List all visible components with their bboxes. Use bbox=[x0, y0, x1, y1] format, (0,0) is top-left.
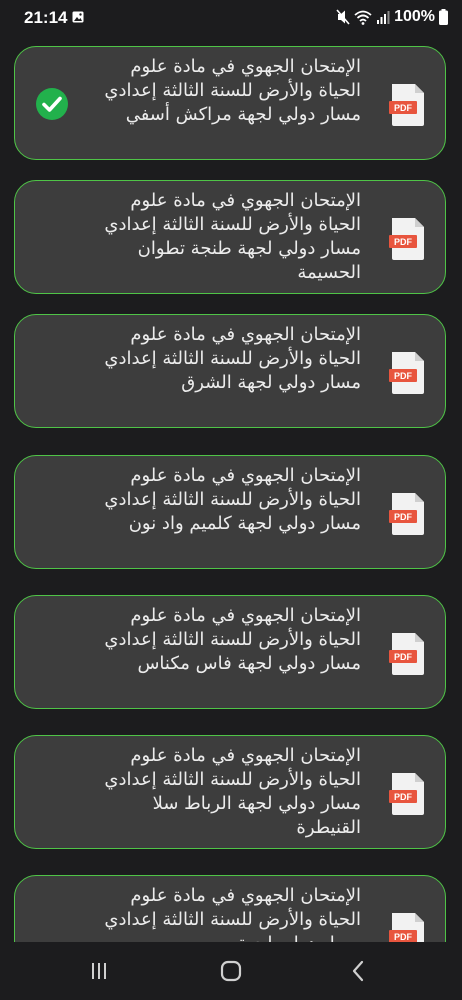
pdf-icon: PDF bbox=[389, 773, 424, 815]
file-title: الإمتحان الجهوي في مادة علوم الحياة والأ… bbox=[104, 324, 361, 393]
file-card[interactable]: الإمتحان الجهوي في مادة علوم الحياة والأ… bbox=[14, 875, 446, 942]
battery-icon bbox=[439, 9, 448, 25]
signal-icon bbox=[377, 11, 390, 24]
gallery-notification-icon bbox=[72, 11, 84, 23]
mute-icon bbox=[336, 9, 350, 25]
pdf-icon: PDF bbox=[389, 84, 424, 126]
home-icon[interactable] bbox=[218, 958, 244, 984]
file-title: الإمتحان الجهوي في مادة علوم الحياة والأ… bbox=[104, 56, 361, 125]
pdf-label: PDF bbox=[394, 512, 413, 522]
pdf-label: PDF bbox=[394, 371, 413, 381]
file-card[interactable]: الإمتحان الجهوي في مادة علوم الحياة والأ… bbox=[14, 314, 446, 428]
file-title: الإمتحان الجهوي في مادة علوم الحياة والأ… bbox=[104, 885, 361, 942]
status-time: 21:14 bbox=[24, 8, 68, 27]
pdf-icon: PDF bbox=[389, 493, 424, 535]
file-title: الإمتحان الجهوي في مادة علوم الحياة والأ… bbox=[104, 605, 361, 674]
pdf-icon: PDF bbox=[389, 218, 424, 260]
battery-percent: 100% bbox=[394, 8, 435, 25]
file-card[interactable]: الإمتحان الجهوي في مادة علوم الحياة والأ… bbox=[14, 46, 446, 160]
back-icon[interactable] bbox=[346, 958, 372, 984]
file-card[interactable]: الإمتحان الجهوي في مادة علوم الحياة والأ… bbox=[14, 455, 446, 569]
pdf-label: PDF bbox=[394, 652, 413, 662]
file-title: الإمتحان الجهوي في مادة علوم الحياة والأ… bbox=[104, 745, 361, 838]
pdf-label: PDF bbox=[394, 237, 413, 247]
status-bar: 21:14 100% bbox=[0, 0, 462, 36]
file-card[interactable]: الإمتحان الجهوي في مادة علوم الحياة والأ… bbox=[14, 180, 446, 294]
app-screen: 21:14 100% الإمتحان الجهوي في مادة علوم … bbox=[0, 0, 462, 1000]
file-list: الإمتحان الجهوي في مادة علوم الحياة والأ… bbox=[0, 46, 462, 942]
pdf-label: PDF bbox=[394, 792, 413, 802]
pdf-label: PDF bbox=[394, 932, 413, 942]
pdf-label: PDF bbox=[394, 103, 413, 113]
downloaded-check-icon bbox=[36, 88, 68, 120]
pdf-icon: PDF bbox=[389, 913, 424, 942]
navigation-bar bbox=[0, 942, 462, 1000]
pdf-icon: PDF bbox=[389, 633, 424, 675]
file-card[interactable]: الإمتحان الجهوي في مادة علوم الحياة والأ… bbox=[14, 595, 446, 709]
wifi-icon bbox=[354, 10, 372, 25]
status-right: 100% bbox=[336, 8, 448, 26]
recents-icon[interactable] bbox=[86, 958, 112, 984]
file-card[interactable]: الإمتحان الجهوي في مادة علوم الحياة والأ… bbox=[14, 735, 446, 849]
file-title: الإمتحان الجهوي في مادة علوم الحياة والأ… bbox=[104, 190, 361, 283]
pdf-icon: PDF bbox=[389, 352, 424, 394]
file-title: الإمتحان الجهوي في مادة علوم الحياة والأ… bbox=[104, 465, 361, 534]
